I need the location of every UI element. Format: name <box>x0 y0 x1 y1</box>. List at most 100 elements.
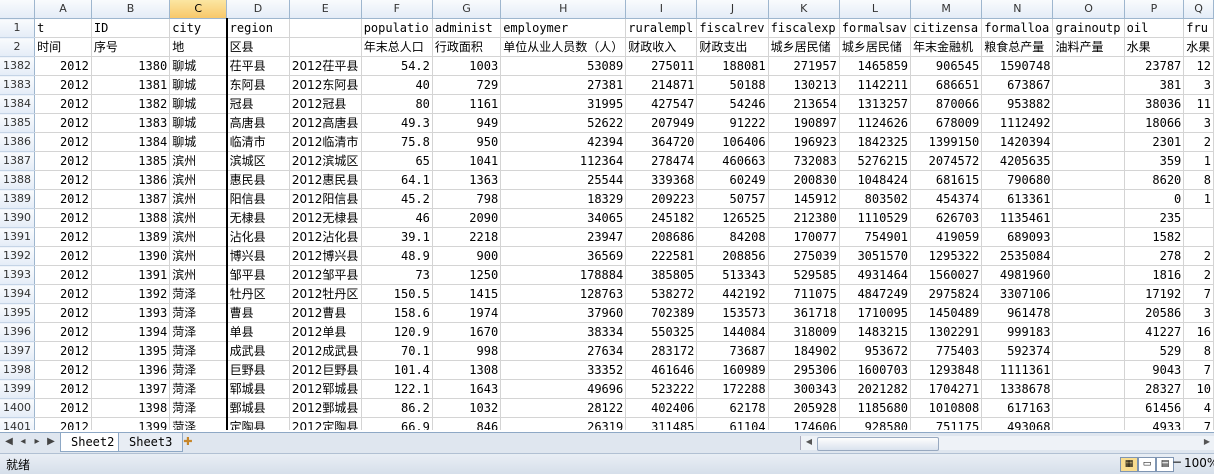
cell[interactable]: 2 <box>1183 265 1214 285</box>
cell[interactable]: 阳信县 <box>226 189 290 209</box>
cell[interactable]: 998 <box>432 341 502 361</box>
next-sheet-icon[interactable]: ▸ <box>30 436 44 447</box>
cell[interactable]: 86.2 <box>361 398 433 418</box>
cell[interactable]: 49696 <box>500 379 627 399</box>
cell[interactable]: 46 <box>361 208 433 228</box>
cell[interactable] <box>1183 208 1214 228</box>
column-header-A[interactable]: A <box>34 0 92 19</box>
cell[interactable]: 550325 <box>625 322 698 342</box>
column-header-L[interactable]: L <box>839 0 912 19</box>
cell[interactable]: 7 <box>1183 417 1214 430</box>
cell[interactable]: 1112492 <box>981 113 1054 133</box>
cell[interactable]: 318009 <box>768 322 840 342</box>
select-all-corner[interactable] <box>0 0 36 19</box>
cell[interactable]: 222581 <box>625 246 698 266</box>
cell[interactable]: 1590748 <box>981 56 1054 76</box>
cell[interactable]: 2012 <box>34 417 92 430</box>
column-header-O[interactable]: O <box>1052 0 1125 19</box>
cell[interactable]: 3307106 <box>981 284 1054 304</box>
cell[interactable]: 2012鄄城县 <box>289 398 362 418</box>
cell[interactable]: 惠民县 <box>226 170 290 190</box>
cell[interactable]: 39.1 <box>361 227 433 247</box>
cell[interactable]: 5276215 <box>839 151 912 171</box>
cell[interactable]: 681615 <box>910 170 983 190</box>
cell[interactable]: 751175 <box>910 417 983 430</box>
cell[interactable]: 3 <box>1183 303 1214 323</box>
cell[interactable]: 1142211 <box>839 75 912 95</box>
cell[interactable]: 菏泽 <box>169 379 228 399</box>
cell[interactable]: 711075 <box>768 284 840 304</box>
cell[interactable]: 80 <box>361 94 433 114</box>
cell[interactable]: 4 <box>1183 398 1214 418</box>
sheet-tab-sheet2[interactable]: Sheet2 <box>60 433 126 452</box>
cell[interactable]: 61104 <box>696 417 769 430</box>
cell[interactable]: 23947 <box>500 227 627 247</box>
cell[interactable]: 3 <box>1183 75 1214 95</box>
cell[interactable] <box>1052 56 1125 76</box>
scroll-left-icon[interactable]: ◀ <box>803 437 815 449</box>
cell[interactable]: formalsav <box>839 18 912 38</box>
cell[interactable]: 150.5 <box>361 284 433 304</box>
cell[interactable] <box>1052 246 1125 266</box>
cell[interactable]: 61456 <box>1124 398 1185 418</box>
cell[interactable]: 41227 <box>1124 322 1185 342</box>
cell[interactable]: 1386 <box>91 170 171 190</box>
sheet-tab-sheet3[interactable]: Sheet3 <box>118 433 184 452</box>
cell[interactable]: citizensa <box>910 18 983 38</box>
cell[interactable]: fiscalrev <box>696 18 769 38</box>
cell[interactable]: 2012 <box>34 341 92 361</box>
cell[interactable] <box>1052 284 1125 304</box>
cell[interactable]: 153573 <box>696 303 769 323</box>
cell[interactable]: 1399 <box>91 417 171 430</box>
cell[interactable]: 财政收入 <box>625 37 698 57</box>
cell[interactable]: oil <box>1124 18 1185 38</box>
cell[interactable]: 1388 <box>91 208 171 228</box>
cell[interactable]: administ <box>432 18 502 38</box>
scroll-right-icon[interactable]: ▶ <box>1201 437 1213 449</box>
cell[interactable]: 1308 <box>432 360 502 380</box>
cell[interactable]: 年末总人口 <box>361 37 433 57</box>
cell[interactable]: 101.4 <box>361 360 433 380</box>
cell[interactable]: 冠县 <box>226 94 290 114</box>
cell[interactable]: 2012 <box>34 265 92 285</box>
cell[interactable]: 地 <box>169 37 228 57</box>
cell[interactable]: 滨州 <box>169 170 228 190</box>
cell[interactable]: 2012邹平县 <box>289 265 362 285</box>
cell[interactable]: 滨城区 <box>226 151 290 171</box>
cell[interactable]: 年末金融机 <box>910 37 983 57</box>
cell[interactable] <box>1052 360 1125 380</box>
cell[interactable]: 1 <box>1183 151 1214 171</box>
page-layout-view-button[interactable]: ▭ <box>1138 457 1156 472</box>
cell[interactable]: 42394 <box>500 132 627 152</box>
cell[interactable]: 295306 <box>768 360 840 380</box>
cell[interactable]: 4205635 <box>981 151 1054 171</box>
row-header[interactable]: 1391 <box>0 227 36 247</box>
cell[interactable]: 2012 <box>34 132 92 152</box>
cell[interactable]: 2012 <box>34 284 92 304</box>
cell[interactable]: 菏泽 <box>169 341 228 361</box>
row-header[interactable]: 1399 <box>0 379 36 399</box>
cell[interactable]: 689093 <box>981 227 1054 247</box>
cell[interactable]: 775403 <box>910 341 983 361</box>
cell[interactable]: 1003 <box>432 56 502 76</box>
cell[interactable]: 滨州 <box>169 151 228 171</box>
cell[interactable]: 278 <box>1124 246 1185 266</box>
cell[interactable]: 126525 <box>696 208 769 228</box>
cell[interactable]: 1041 <box>432 151 502 171</box>
cell[interactable]: 聊城 <box>169 56 228 76</box>
row-header[interactable]: 2 <box>0 37 36 57</box>
cell[interactable]: 城乡居民储 <box>768 37 840 57</box>
column-header-D[interactable]: D <box>226 0 290 19</box>
cell[interactable]: 184902 <box>768 341 840 361</box>
cell[interactable]: 2012 <box>34 360 92 380</box>
cell[interactable]: 961478 <box>981 303 1054 323</box>
cell[interactable]: 419059 <box>910 227 983 247</box>
cell[interactable]: 菏泽 <box>169 303 228 323</box>
cell[interactable]: 130213 <box>768 75 840 95</box>
row-header[interactable]: 1398 <box>0 360 36 380</box>
cell[interactable]: 2012临清市 <box>289 132 362 152</box>
cell[interactable]: 1670 <box>432 322 502 342</box>
cell[interactable]: 滨州 <box>169 189 228 209</box>
row-header[interactable]: 1 <box>0 18 36 38</box>
cell[interactable]: 427547 <box>625 94 698 114</box>
